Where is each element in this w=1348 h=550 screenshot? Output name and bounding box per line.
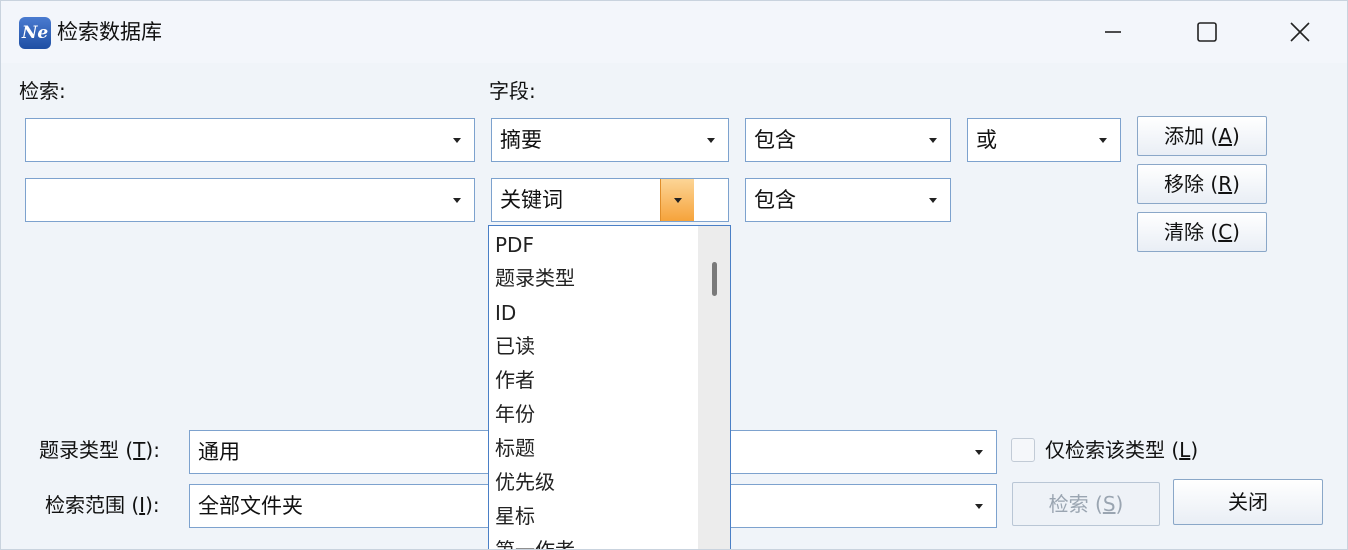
close-icon <box>1290 22 1310 42</box>
field-value: 摘要 <box>500 128 542 152</box>
chevron-down-icon <box>707 137 715 143</box>
search-button[interactable]: 检索 (S) <box>1012 482 1160 526</box>
add-button-end: ) <box>1232 124 1240 148</box>
logic-value: 或 <box>976 128 997 152</box>
dropdown-option[interactable]: 星标 <box>495 503 535 529</box>
search-button-end: ) <box>1115 492 1124 516</box>
record-type-label-text: 题录类型 ( <box>39 438 134 462</box>
dropdown-option[interactable]: 作者 <box>495 367 535 393</box>
maximize-button[interactable] <box>1177 9 1237 55</box>
dropdown-option[interactable]: PDF <box>495 232 534 258</box>
chevron-down-icon <box>1099 137 1107 143</box>
only-type-checkbox[interactable] <box>1011 438 1035 462</box>
search-term-combo-1[interactable] <box>25 118 475 162</box>
search-database-dialog: Ne 检索数据库 检索: 字段: 摘要 包含 或 关键词 包含 添加 (A) 移… <box>0 0 1348 550</box>
dropdown-arrow[interactable] <box>962 485 996 527</box>
dropdown-arrow[interactable] <box>962 431 996 473</box>
dropdown-option[interactable]: ID <box>495 300 516 326</box>
scrollbar-thumb[interactable] <box>712 262 717 296</box>
search-term-combo-2[interactable] <box>25 178 475 222</box>
chevron-down-icon <box>453 137 461 143</box>
search-label: 检索: <box>19 79 66 103</box>
dropdown-arrow-active[interactable] <box>660 179 694 221</box>
record-type-value: 通用 <box>198 440 240 464</box>
close-button[interactable]: 关闭 <box>1173 479 1323 525</box>
dropdown-arrow[interactable] <box>440 179 474 221</box>
dropdown-arrow[interactable] <box>440 119 474 161</box>
dropdown-arrow[interactable] <box>916 179 950 221</box>
close-window-button[interactable] <box>1270 9 1330 55</box>
only-type-label-text: 仅检索该类型 ( <box>1045 438 1180 462</box>
record-type-label-key: T <box>133 438 146 462</box>
search-button-key: S <box>1102 492 1116 516</box>
field-combo-1[interactable]: 摘要 <box>491 118 729 162</box>
field-dropdown-list[interactable]: PDF 题录类型 ID 已读 作者 年份 标题 优先级 星标 第一作者 <box>488 225 731 549</box>
scope-label: 检索范围 (I): <box>45 492 160 518</box>
scope-value: 全部文件夹 <box>198 494 303 518</box>
field-value: 关键词 <box>500 188 563 212</box>
scope-label-end: ): <box>145 493 160 517</box>
only-type-label-end: ) <box>1190 438 1199 462</box>
chevron-down-icon <box>975 449 983 455</box>
dropdown-option[interactable]: 第一作者 <box>495 537 575 549</box>
logic-combo-1[interactable]: 或 <box>967 118 1121 162</box>
title-bar: Ne 检索数据库 <box>1 1 1347 63</box>
dropdown-arrow[interactable] <box>916 119 950 161</box>
only-type-label-key: L <box>1179 438 1191 462</box>
dropdown-option[interactable]: 优先级 <box>495 469 555 495</box>
clear-button[interactable]: 清除 (C) <box>1137 212 1267 252</box>
add-button-label: 添加 ( <box>1164 124 1219 148</box>
search-button-label: 检索 ( <box>1048 492 1103 516</box>
dropdown-arrow[interactable] <box>1086 119 1120 161</box>
chevron-down-icon <box>673 197 682 203</box>
clear-button-key: C <box>1218 220 1233 244</box>
dropdown-arrow[interactable] <box>694 119 728 161</box>
chevron-down-icon <box>453 197 461 203</box>
clear-button-end: ) <box>1232 220 1240 244</box>
clear-button-label: 清除 ( <box>1164 220 1219 244</box>
dropdown-option[interactable]: 题录类型 <box>495 265 575 291</box>
operator-value: 包含 <box>754 188 796 212</box>
operator-value: 包含 <box>754 128 796 152</box>
minimize-icon <box>1105 31 1121 33</box>
chevron-down-icon <box>929 197 937 203</box>
field-combo-2[interactable]: 关键词 <box>491 178 729 222</box>
add-button-key: A <box>1218 124 1233 148</box>
chevron-down-icon <box>929 137 937 143</box>
window-title: 检索数据库 <box>57 20 162 44</box>
add-button[interactable]: 添加 (A) <box>1137 116 1267 156</box>
chevron-down-icon <box>975 503 983 509</box>
operator-combo-2[interactable]: 包含 <box>745 178 951 222</box>
scope-label-text: 检索范围 ( <box>45 493 140 517</box>
dropdown-option[interactable]: 标题 <box>495 435 535 461</box>
record-type-label-end: ): <box>145 438 160 462</box>
operator-combo-1[interactable]: 包含 <box>745 118 951 162</box>
dropdown-option[interactable]: 年份 <box>495 401 535 427</box>
remove-button-key: R <box>1218 172 1233 196</box>
minimize-button[interactable] <box>1083 9 1143 55</box>
dropdown-option[interactable]: 已读 <box>495 333 535 359</box>
dropdown-scrollbar[interactable] <box>698 226 730 549</box>
field-label: 字段: <box>489 79 536 103</box>
maximize-icon <box>1197 22 1217 42</box>
remove-button-end: ) <box>1232 172 1240 196</box>
only-type-label: 仅检索该类型 (L) <box>1045 437 1198 463</box>
app-logo-icon: Ne <box>19 17 51 49</box>
remove-button[interactable]: 移除 (R) <box>1137 164 1267 204</box>
remove-button-label: 移除 ( <box>1164 172 1219 196</box>
record-type-label: 题录类型 (T): <box>39 437 160 463</box>
